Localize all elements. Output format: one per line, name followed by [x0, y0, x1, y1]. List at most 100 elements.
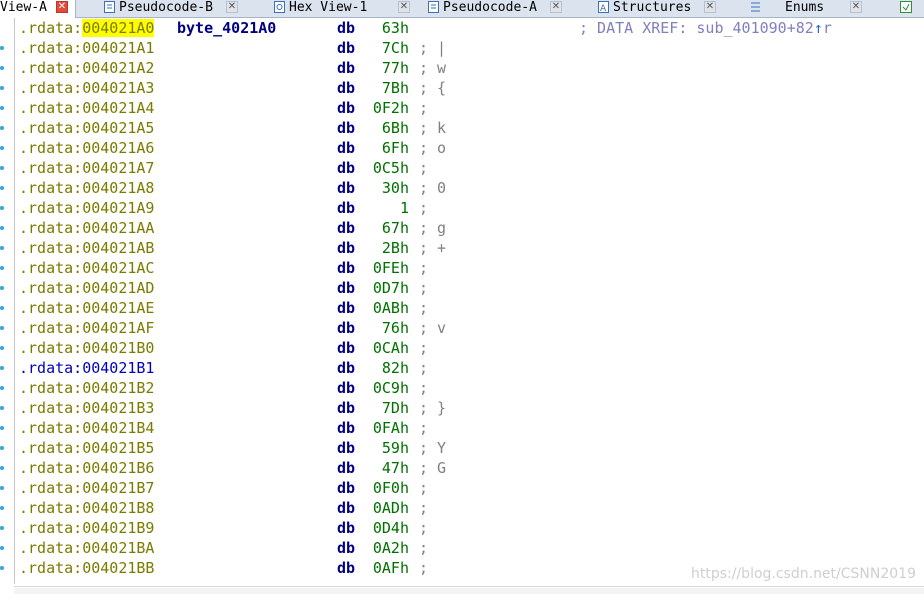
listing-row[interactable]: .rdata:004021A9 db 1; [19, 198, 428, 218]
address[interactable]: 004021B9 [82, 519, 154, 537]
address[interactable]: 004021A6 [82, 139, 154, 157]
breakpoint-dot[interactable] [0, 166, 4, 170]
address[interactable]: 004021A9 [82, 199, 154, 217]
address[interactable]: 004021B4 [82, 419, 154, 437]
tab-ida-view-a[interactable]: View-A ✕ [0, 0, 76, 18]
operand-value[interactable]: 6Fh [367, 138, 409, 158]
address[interactable]: 004021A4 [82, 99, 154, 117]
breakpoint-dot[interactable] [0, 486, 4, 490]
horizontal-scrollbar[interactable] [14, 588, 924, 594]
operand-value[interactable]: 0A2h [367, 538, 409, 558]
operand-value[interactable]: 0CAh [367, 338, 409, 358]
address[interactable]: 004021B3 [82, 399, 154, 417]
operand-value[interactable]: 67h [367, 218, 409, 238]
operand-value[interactable]: 63h [367, 18, 409, 38]
close-icon[interactable]: ✕ [398, 1, 410, 13]
listing-row[interactable]: .rdata:004021BB db 0AFh; [19, 558, 428, 578]
operand-value[interactable]: 0FAh [367, 418, 409, 438]
operand-value[interactable]: 0D7h [367, 278, 409, 298]
tab-structures[interactable]: A Structures ✕ [598, 0, 728, 17]
listing-row[interactable]: .rdata:004021AA db 67h; g [19, 218, 446, 238]
breakpoint-dot[interactable] [0, 526, 4, 530]
breakpoint-dot[interactable] [0, 466, 4, 470]
breakpoint-dot[interactable] [0, 106, 4, 110]
listing-row[interactable]: .rdata:004021B7 db 0F0h; [19, 478, 428, 498]
breakpoint-dot[interactable] [0, 186, 4, 190]
close-icon[interactable]: ✕ [226, 1, 238, 13]
listing-row[interactable]: .rdata:004021A3 db 7Bh; { [19, 78, 446, 98]
operand-value[interactable]: 7Ch [367, 38, 409, 58]
breakpoint-dot[interactable] [0, 566, 4, 570]
breakpoint-dot[interactable] [0, 146, 4, 150]
operand-value[interactable]: 76h [367, 318, 409, 338]
breakpoint-dot[interactable] [0, 346, 4, 350]
listing-row[interactable]: .rdata:004021B8 db 0ADh; [19, 498, 428, 518]
operand-value[interactable]: 6Bh [367, 118, 409, 138]
breakpoint-dot[interactable] [0, 406, 4, 410]
listing-row[interactable]: .rdata:004021B5 db 59h; Y [19, 438, 446, 458]
listing-row[interactable]: .rdata:004021A8 db 30h; 0 [19, 178, 446, 198]
breakpoint-dot[interactable] [0, 206, 4, 210]
address[interactable]: 004021B6 [82, 459, 154, 477]
listing-row[interactable]: .rdata:004021A0 byte_4021A0 db 63h ; DATA XR… [19, 18, 832, 38]
operand-value[interactable]: 0AFh [367, 558, 409, 578]
close-icon[interactable]: ✕ [56, 1, 68, 13]
listing-row[interactable]: .rdata:004021AE db 0ABh; [19, 298, 428, 318]
address[interactable]: 004021B5 [82, 439, 154, 457]
listing-row[interactable]: .rdata:004021B1 db 82h; [19, 358, 428, 378]
address[interactable]: 004021AA [82, 219, 154, 237]
breakpoint-dot[interactable] [0, 506, 4, 510]
operand-value[interactable]: 7Bh [367, 78, 409, 98]
listing-row[interactable]: .rdata:004021A7 db 0C5h; [19, 158, 428, 178]
tab-overflow[interactable] [900, 0, 920, 17]
address[interactable]: 004021A3 [82, 79, 154, 97]
address[interactable]: 004021AE [82, 299, 154, 317]
breakpoint-dot[interactable] [0, 66, 4, 70]
close-icon[interactable]: ✕ [550, 1, 562, 13]
tab-enums[interactable]: Enums ✕ [750, 0, 870, 17]
operand-value[interactable]: 59h [367, 438, 409, 458]
tab-pseudocode-b[interactable]: Pseudocode-B ✕ [104, 0, 244, 17]
listing-row[interactable]: .rdata:004021B3 db 7Dh;} [19, 398, 446, 418]
breakpoint-dot[interactable] [0, 226, 4, 230]
tab-hex-view-1[interactable]: Hex View-1 ✕ [274, 0, 414, 17]
disassembly-listing[interactable]: .rdata:004021A0 byte_4021A0 db 63h; DATA XR… [14, 18, 924, 584]
breakpoint-dot[interactable] [0, 386, 4, 390]
listing-row[interactable]: .rdata:004021B2 db 0C9h; [19, 378, 428, 398]
address[interactable]: 004021A1 [82, 39, 154, 57]
operand-value[interactable]: 0C5h [367, 158, 409, 178]
operand-value[interactable]: 0F2h [367, 98, 409, 118]
listing-row[interactable]: .rdata:004021AD db 0D7h; [19, 278, 428, 298]
address[interactable]: 004021BB [82, 559, 154, 577]
listing-row[interactable]: .rdata:004021B4 db 0FAh; [19, 418, 428, 438]
address[interactable]: 004021A0 [82, 19, 155, 37]
address[interactable]: 004021A5 [82, 119, 154, 137]
address[interactable]: 004021AB [82, 239, 154, 257]
close-icon[interactable]: ✕ [704, 1, 716, 13]
breakpoint-dot[interactable] [0, 86, 4, 90]
listing-row[interactable]: .rdata:004021A4 db 0F2h; [19, 98, 428, 118]
breakpoint-dot[interactable] [0, 246, 4, 250]
listing-row[interactable]: .rdata:004021AF db 76h; v [19, 318, 446, 338]
operand-value[interactable]: 2Bh [367, 238, 409, 258]
listing-row[interactable]: .rdata:004021B9 db 0D4h; [19, 518, 428, 538]
operand-value[interactable]: 0D4h [367, 518, 409, 538]
operand-value[interactable]: 7Dh [367, 398, 409, 418]
tab-pseudocode-a[interactable]: Pseudocode-A ✕ [428, 0, 568, 17]
operand-value[interactable]: 77h [367, 58, 409, 78]
address[interactable]: 004021AC [82, 259, 154, 277]
breakpoint-dot[interactable] [0, 326, 4, 330]
breakpoint-dot[interactable] [0, 446, 4, 450]
breakpoint-dot[interactable] [0, 546, 4, 550]
operand-value[interactable]: 0C9h [367, 378, 409, 398]
listing-row[interactable]: .rdata:004021A5 db 6Bh; k [19, 118, 446, 138]
address[interactable]: 004021B0 [82, 339, 154, 357]
address[interactable]: 004021B8 [82, 499, 154, 517]
listing-row[interactable]: .rdata:004021B0 db 0CAh; [19, 338, 428, 358]
breakpoint-dot[interactable] [0, 306, 4, 310]
address[interactable]: 004021A2 [82, 59, 154, 77]
data-label[interactable]: byte_4021A0 [177, 18, 276, 38]
address[interactable]: 004021A8 [82, 179, 154, 197]
listing-row[interactable]: .rdata:004021AB db 2Bh; + [19, 238, 446, 258]
operand-value[interactable]: 0ABh [367, 298, 409, 318]
